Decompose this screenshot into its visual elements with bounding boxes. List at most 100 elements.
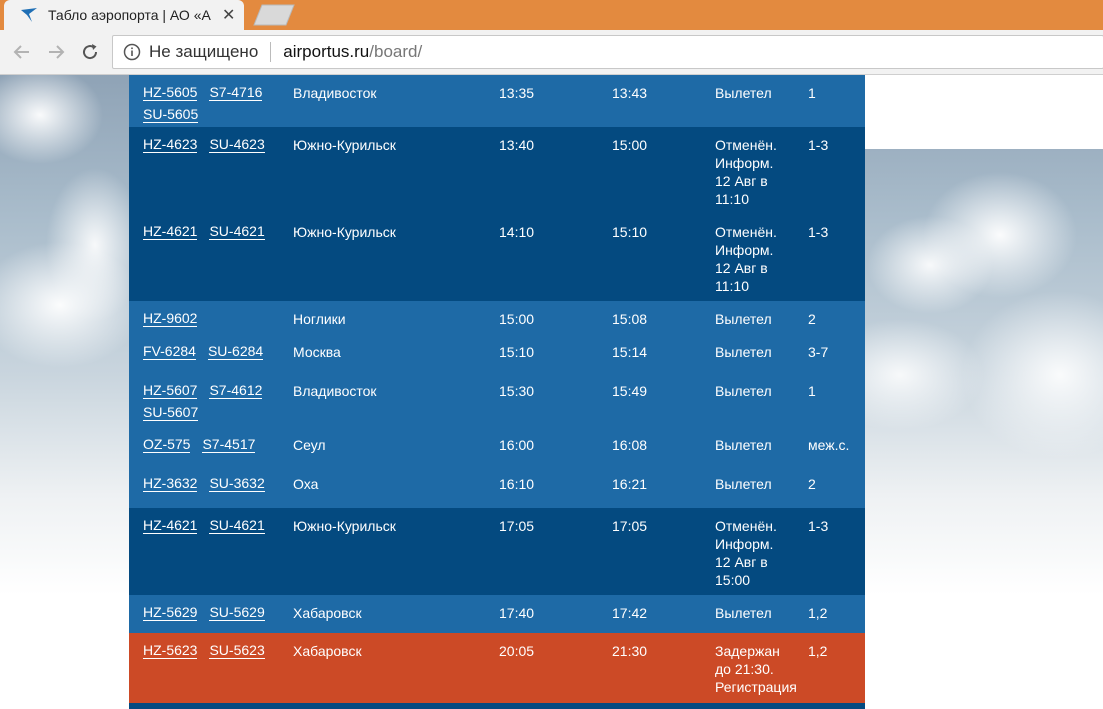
- flight-status: Вылетел: [715, 604, 803, 622]
- destination: Владивосток: [293, 383, 377, 399]
- board-row: FV-6284 SU-6284 Москва 15:10 15:14 Вылетел 3-7: [129, 334, 865, 373]
- board-row: HZ-4621 SU-4621 Южно-Курильск 17:05 17:05 Отм…: [129, 508, 865, 595]
- flight-numbers: HZ-5607 S7-4612 SU-5607: [143, 382, 279, 421]
- actual-time: 15:10: [612, 224, 648, 240]
- status-line: 11:10: [715, 191, 749, 207]
- reload-button[interactable]: [76, 38, 104, 66]
- new-tab-button[interactable]: [252, 4, 296, 26]
- flight-status: Задержан до 21:30. Регистрация: [715, 642, 803, 696]
- terminal: меж.с.: [808, 437, 850, 453]
- flight-status: Вылетел: [715, 475, 803, 493]
- destination: Южно-Курильск: [293, 224, 396, 240]
- actual-time: 15:14: [612, 344, 648, 360]
- status-line: Вылетел: [715, 85, 772, 101]
- security-status[interactable]: Не защищено: [149, 42, 258, 62]
- scheduled-time: 14:10: [499, 224, 535, 240]
- terminal: 1,2: [808, 643, 828, 659]
- status-line: Отменён.: [715, 137, 777, 153]
- flight-status: Отменён. Информ. 12 Авг в 11:10: [715, 136, 803, 208]
- flight-number-link[interactable]: SU-5623: [209, 642, 265, 659]
- flight-number-link[interactable]: HZ-5623: [143, 642, 198, 659]
- status-line: Отменён.: [715, 518, 777, 534]
- status-line: 11:10: [715, 278, 749, 294]
- flight-number-link[interactable]: HZ-4621: [143, 517, 198, 534]
- actual-time: 16:21: [612, 476, 648, 492]
- browser-tab[interactable]: Табло аэропорта | АО «А ✕: [4, 0, 244, 30]
- terminal: 2: [808, 476, 816, 492]
- flight-number-link[interactable]: HZ-5629: [143, 604, 198, 621]
- flight-numbers: HZ-3632 SU-3632: [143, 475, 279, 492]
- flight-number-link[interactable]: SU-4623: [209, 136, 265, 153]
- status-line: 12 Авг в: [715, 260, 768, 276]
- flight-number-link[interactable]: S7-4517: [202, 436, 256, 453]
- flight-number-link[interactable]: SU-3632: [209, 475, 265, 492]
- status-line: 12 Авг в: [715, 173, 768, 189]
- scheduled-time: 13:35: [499, 85, 535, 101]
- status-line: Информ.: [715, 155, 774, 171]
- flight-number-link[interactable]: SU-6284: [207, 343, 264, 360]
- status-line: Вылетел: [715, 476, 772, 492]
- tab-bar: Табло аэропорта | АО «А ✕: [0, 0, 1103, 30]
- board-row: HZ-9602 Ноглики 15:00 15:08 Вылетел 2: [129, 301, 865, 334]
- board-row: HZ-4621 SU-4621 Южно-Курильск 14:10 15:10 Отм…: [129, 214, 865, 301]
- flight-number-link[interactable]: SU-5629: [209, 604, 265, 621]
- page-content: HZ-5605 S7-4716 SU-5605 Владивосток 13:35 13:…: [0, 75, 1103, 709]
- flight-status: Отменён. Информ. 12 Авг в 11:10: [715, 223, 803, 295]
- terminal: 3-7: [808, 344, 829, 360]
- terminal: 1-3: [808, 224, 829, 240]
- flight-number-link[interactable]: S7-4716: [209, 84, 263, 101]
- status-line: Вылетел: [715, 437, 772, 453]
- destination: Хабаровск: [293, 605, 362, 621]
- flight-status: Отменён. Информ. 12 Авг в 15:00: [715, 517, 803, 589]
- url-host[interactable]: airportus.ru: [283, 42, 369, 62]
- actual-time: 15:00: [612, 137, 648, 153]
- flight-status: Вылетел: [715, 343, 803, 361]
- status-line: Информ.: [715, 242, 774, 258]
- flight-number-link[interactable]: HZ-4621: [143, 223, 198, 240]
- board-bottom-strip: [129, 703, 865, 709]
- scheduled-time: 17:40: [499, 605, 535, 621]
- scheduled-time: 20:05: [499, 643, 535, 659]
- back-button[interactable]: [8, 38, 36, 66]
- browser-toolbar: Не защищено airportus.ru /board/: [0, 30, 1103, 75]
- actual-time: 17:05: [612, 518, 648, 534]
- forward-button[interactable]: [42, 38, 70, 66]
- status-line: Вылетел: [715, 311, 772, 327]
- flight-number-link[interactable]: SU-4621: [209, 517, 265, 534]
- departure-board: HZ-5605 S7-4716 SU-5605 Владивосток 13:35 13:…: [129, 75, 865, 709]
- flight-number-link[interactable]: OZ-575: [143, 436, 191, 453]
- flight-number-link[interactable]: SU-5607: [143, 404, 199, 421]
- flight-number-link[interactable]: SU-5605: [143, 106, 199, 123]
- back-arrow-icon: [13, 45, 29, 59]
- status-line: Вылетел: [715, 605, 772, 621]
- status-line: 15:00: [715, 572, 751, 588]
- board-row: HZ-4623 SU-4623 Южно-Курильск 13:40 15:00 Отм…: [129, 127, 865, 214]
- destination: Хабаровск: [293, 643, 362, 659]
- destination: Владивосток: [293, 85, 377, 101]
- flight-number-link[interactable]: FV-6284: [143, 343, 196, 360]
- info-icon[interactable]: [123, 43, 141, 61]
- flight-number-link[interactable]: HZ-4623: [143, 136, 198, 153]
- address-bar[interactable]: Не защищено airportus.ru /board/: [112, 35, 1103, 69]
- flight-number-link[interactable]: HZ-3632: [143, 475, 198, 492]
- destination: Южно-Курильск: [293, 137, 396, 153]
- terminal: 1-3: [808, 518, 829, 534]
- destination: Ноглики: [293, 311, 346, 327]
- terminal: 1: [808, 383, 816, 399]
- board-row: OZ-575 S7-4517 Сеул 16:00 16:08 Вылетел меж.с.: [129, 427, 865, 466]
- flight-number-link[interactable]: HZ-5607: [143, 382, 198, 399]
- flight-number-link[interactable]: S7-4612: [209, 382, 263, 399]
- status-line: Регистрация: [715, 679, 797, 695]
- tab-title: Табло аэропорта | АО «А: [48, 7, 211, 23]
- flight-numbers: HZ-4623 SU-4623: [143, 136, 279, 153]
- close-icon[interactable]: ✕: [222, 5, 235, 25]
- terminal: 1,2: [808, 605, 828, 621]
- actual-time: 13:43: [612, 85, 648, 101]
- flight-number-link[interactable]: HZ-9602: [143, 310, 198, 327]
- url-path[interactable]: /board/: [369, 42, 422, 62]
- flight-numbers: HZ-5623 SU-5623: [143, 642, 279, 659]
- scheduled-time: 17:05: [499, 518, 535, 534]
- status-line: до 21:30.: [715, 661, 774, 677]
- flight-number-link[interactable]: HZ-5605: [143, 84, 198, 101]
- flight-number-link[interactable]: SU-4621: [209, 223, 265, 240]
